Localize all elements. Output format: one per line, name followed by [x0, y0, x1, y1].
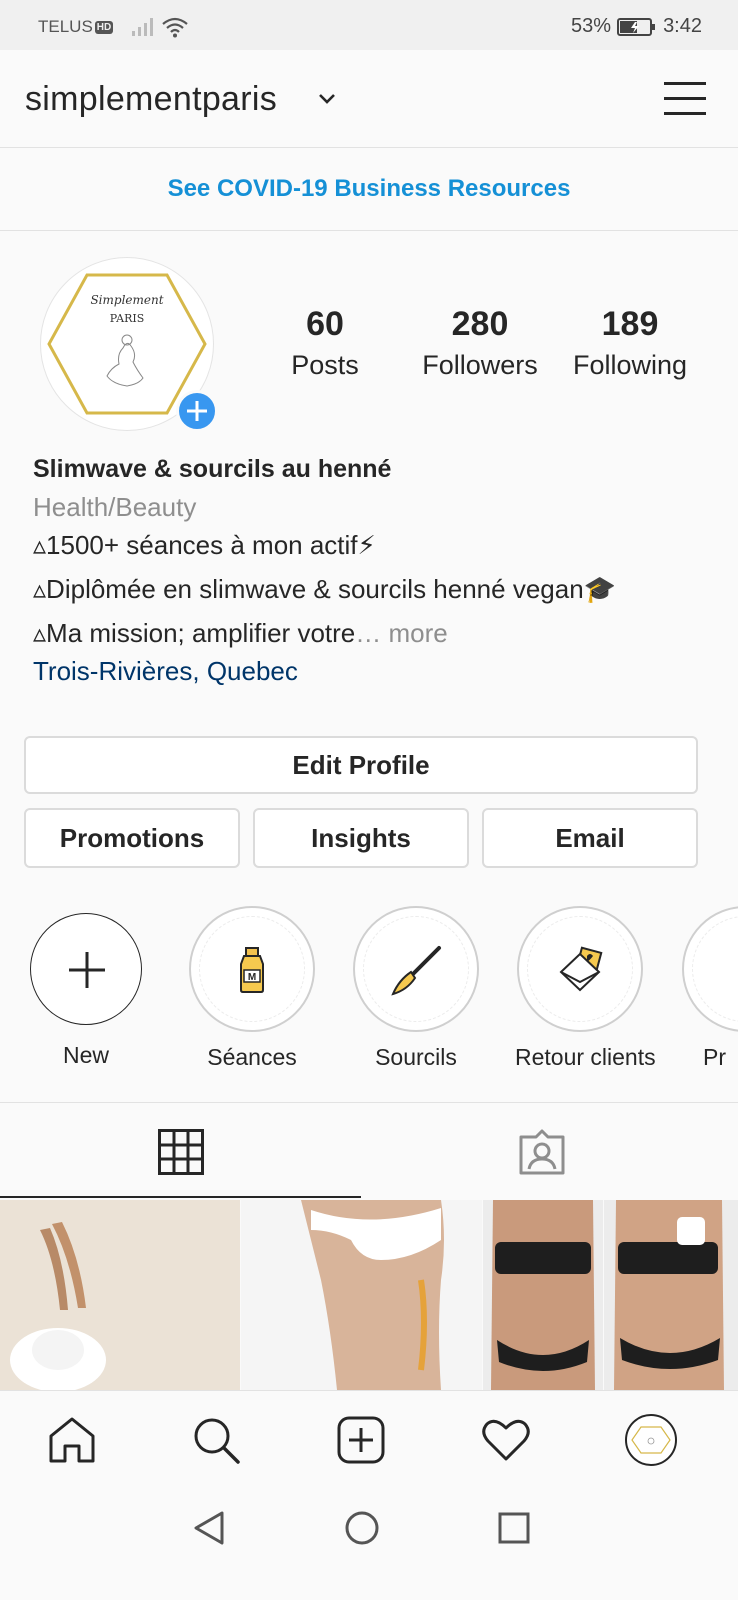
- bio-more-link[interactable]: … more: [355, 618, 447, 648]
- posts-stat[interactable]: 60 Posts: [270, 305, 380, 381]
- profile-category: Health/Beauty: [33, 492, 197, 522]
- tagged-icon[interactable]: [518, 1129, 566, 1175]
- highlight-label: New: [62, 1042, 109, 1068]
- carrier-name: TELUS: [38, 17, 93, 36]
- hd-badge: HD: [94, 20, 114, 34]
- followers-stat[interactable]: 280 Followers: [405, 305, 555, 381]
- posts-label: Posts: [291, 350, 359, 380]
- highlight-cover[interactable]: [682, 906, 738, 1032]
- post-grid: [0, 1200, 738, 1390]
- bottle-icon: M: [240, 947, 264, 993]
- highlight-label: Séances: [207, 1044, 297, 1070]
- post-thumbnail[interactable]: [0, 1200, 240, 1390]
- post-thumbnail[interactable]: [241, 1200, 482, 1390]
- profile-header: simplementparis: [0, 50, 738, 148]
- post-image-beach: [0, 1200, 240, 1390]
- username-switcher[interactable]: simplementparis: [25, 80, 277, 119]
- home-circle-icon[interactable]: [344, 1510, 380, 1546]
- back-icon[interactable]: [192, 1510, 226, 1546]
- post-thumbnail[interactable]: [604, 1200, 738, 1390]
- highlight-new[interactable]: New: [21, 906, 151, 1069]
- recents-icon[interactable]: [498, 1512, 530, 1544]
- home-icon[interactable]: [48, 1416, 96, 1464]
- highlight-cover[interactable]: M: [189, 906, 315, 1032]
- covid-resources-link[interactable]: See COVID-19 Business Resources: [168, 175, 571, 203]
- profile-display-name: Slimwave & sourcils au henné: [33, 455, 392, 483]
- plus-icon: [69, 952, 105, 988]
- system-navigation-bar: [0, 1488, 738, 1600]
- edit-profile-button[interactable]: Edit Profile: [24, 736, 698, 794]
- profile-location-link[interactable]: Trois-Rivières, Quebec: [33, 656, 298, 687]
- highlight-retour-clients[interactable]: Retour clients: [515, 906, 656, 1071]
- posts-count: 60: [306, 305, 344, 343]
- highlight-label: Pr: [703, 1044, 726, 1070]
- highlight-partial[interactable]: Pr: [679, 906, 738, 1071]
- profile-tabs: [0, 1102, 738, 1200]
- post-image-before: [483, 1200, 603, 1390]
- following-count: 189: [601, 305, 659, 343]
- search-icon[interactable]: [192, 1416, 240, 1464]
- post-thumbnail[interactable]: [483, 1200, 603, 1390]
- wifi-icon: [162, 17, 188, 38]
- bio-line-text: ▵Ma mission; amplifier votre: [33, 618, 356, 648]
- battery-icon: [617, 17, 656, 36]
- highlight-cover[interactable]: [517, 906, 643, 1032]
- logo-text-simplement: Simplement: [90, 293, 163, 307]
- highlight-seances[interactable]: M Séances: [187, 906, 317, 1071]
- heart-icon[interactable]: [482, 1418, 530, 1462]
- profile-avatar-icon[interactable]: [624, 1413, 678, 1467]
- highlight-cover-inner: [692, 916, 738, 1022]
- add-story-button[interactable]: [176, 390, 218, 432]
- highlight-label: Retour clients: [515, 1044, 656, 1070]
- bio-line: ▵Diplômée en slimwave & sourcils henné v…: [33, 574, 617, 604]
- chevron-down-icon[interactable]: [318, 93, 336, 105]
- signal-icon: [132, 18, 154, 36]
- promotions-button[interactable]: Promotions: [24, 808, 240, 868]
- highlight-cover[interactable]: [353, 906, 479, 1032]
- grid-icon[interactable]: [158, 1129, 204, 1175]
- following-stat[interactable]: 189 Following: [555, 305, 705, 381]
- highlight-label: Sourcils: [375, 1044, 457, 1070]
- active-tab-indicator: [0, 1196, 361, 1198]
- hamburger-menu-icon[interactable]: [664, 80, 706, 118]
- email-button[interactable]: Email: [482, 808, 698, 868]
- plus-icon: [187, 401, 207, 421]
- post-image-after: [604, 1200, 738, 1390]
- bottom-navigation: [0, 1390, 738, 1488]
- bio-line: ▵1500+ séances à mon actif⚡: [33, 530, 376, 560]
- logo-text-paris: PARIS: [110, 312, 145, 325]
- highlight-new-circle[interactable]: [30, 913, 142, 1025]
- following-label: Following: [572, 350, 688, 380]
- highlight-sourcils[interactable]: Sourcils: [351, 906, 481, 1071]
- envelope-heart-icon: [559, 946, 603, 992]
- post-image-body: [241, 1200, 482, 1390]
- svg-text:M: M: [248, 972, 256, 983]
- bio-line: ▵Ma mission; amplifier votre… more: [33, 618, 448, 649]
- clock: 3:42: [663, 15, 702, 37]
- status-bar-right: 53% 3:42: [571, 15, 702, 38]
- brush-icon: [391, 946, 441, 996]
- new-post-icon[interactable]: [337, 1416, 385, 1464]
- insights-button[interactable]: Insights: [253, 808, 469, 868]
- status-bar: TELUS HD 53% 3:42: [0, 0, 738, 50]
- covid-resources-banner[interactable]: See COVID-19 Business Resources: [0, 149, 738, 231]
- followers-label: Followers: [422, 350, 538, 380]
- battery-percent: 53%: [571, 15, 612, 37]
- followers-count: 280: [451, 305, 509, 343]
- status-bar-left: TELUS HD: [38, 16, 189, 38]
